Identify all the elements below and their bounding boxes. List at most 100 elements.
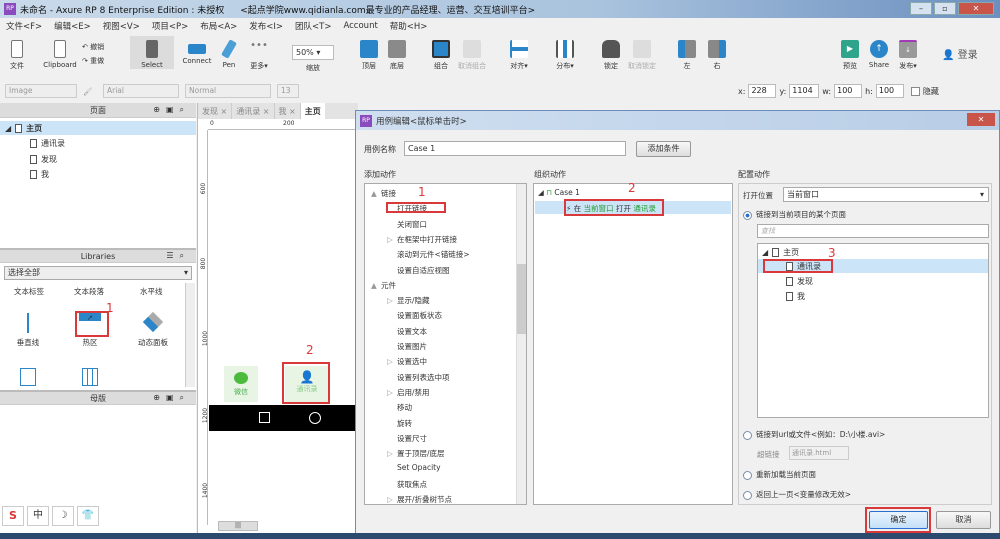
align-left-button[interactable]: 左 [670,36,704,71]
font-select[interactable]: Arial [103,84,179,98]
hyperlink-input[interactable]: 通讯录.html [789,446,849,460]
expand-icon[interactable]: ▲ [371,281,381,290]
expand-icon[interactable]: ▷ [387,235,397,244]
close-button[interactable]: ✕ [958,2,994,15]
list-widget-icon[interactable] [20,368,36,386]
clipboard-button[interactable]: Clipboard [40,36,80,69]
pen-tool[interactable]: Pen [212,36,246,69]
link-page-radio[interactable]: 链接到当前项目的某个页面 [743,209,846,220]
publish-button[interactable]: ↓ 发布▾ [891,36,925,71]
menu-file[interactable]: 文件<F> [6,20,42,32]
action-item[interactable]: ▲ 链接 [371,188,396,199]
page-item-contacts[interactable]: 通讯录 [30,138,65,149]
size-select[interactable]: 13 [277,84,299,98]
back-radio[interactable]: 返回上一页<变量修改无效> [743,489,851,500]
expand-icon[interactable]: ▷ [387,296,397,305]
libraries-menu-icons[interactable]: ☰⌕ [166,251,190,261]
w-input[interactable]: 100 [834,84,863,98]
library-select[interactable]: 选择全部 ▾ [4,266,192,280]
align-right-button[interactable]: 右 [700,36,734,71]
hidden-checkbox[interactable] [910,86,920,96]
h-input[interactable]: 100 [875,84,904,98]
pages-actions-icons[interactable]: ⊕▣⌕ [153,105,190,115]
tree-home[interactable]: ◢ 主页 [762,247,799,258]
action-item[interactable]: 设置文本 [387,326,427,337]
page-item-discover[interactable]: 发现 [30,154,57,165]
link-url-radio[interactable]: 链接到url或文件<例如：D:\小楼.avi> [743,429,885,440]
cancel-button[interactable]: 取消 [936,511,991,529]
minimize-button[interactable]: – [910,2,932,15]
ungroup-button[interactable]: 取消组合 [455,36,489,71]
skin-icon[interactable]: 👕 [77,506,99,526]
table-widget-icon[interactable] [82,368,98,386]
x-input[interactable]: 228 [748,84,777,98]
expand-icon[interactable]: ▷ [387,449,397,458]
action-item[interactable]: 设置图片 [387,341,427,352]
dialog-close-button[interactable]: ✕ [967,113,995,126]
action-item[interactable]: 设置自适应视图 [387,265,450,276]
action-item[interactable]: 滚动到元件<锚链接> [387,249,470,260]
align-button[interactable]: 对齐▾ [502,36,536,71]
action-item[interactable]: 旋转 [387,418,412,429]
tab-home[interactable]: 主页 [300,103,325,119]
select-tool[interactable]: Select [130,36,174,69]
zoom-select[interactable]: 50% ▾ [292,45,334,60]
action-item[interactable]: Set Opacity [387,463,441,472]
library-scrollbar[interactable] [185,283,195,387]
y-input[interactable]: 1104 [789,84,820,98]
distribute-button[interactable]: 分布▾ [548,36,582,71]
tab-discover[interactable]: 发现 × [198,103,233,119]
send-bottom-button[interactable]: 底层 [380,36,414,71]
file-button[interactable]: 文件 [0,36,34,71]
action-item[interactable]: ▲ 元件 [371,280,396,291]
expand-icon[interactable]: ▲ [371,189,381,198]
tree-discover[interactable]: 发现 [786,276,813,287]
reload-radio[interactable]: 重新加载当前页面 [743,469,816,480]
expand-icon[interactable]: ▷ [387,388,397,397]
connect-tool[interactable]: Connect [180,36,214,65]
action-item[interactable]: 移动 [387,402,412,413]
action-item[interactable]: ▷ 设置选中 [387,356,427,367]
action-item[interactable]: 关闭窗口 [387,219,427,230]
style-select[interactable]: Image [5,84,77,98]
more-button[interactable]: ••• 更多▾ [242,36,276,71]
format-painter-icon[interactable]: 🖌 [83,87,97,96]
moon-icon[interactable]: ☽ [52,506,74,526]
add-condition-button[interactable]: 添加条件 [636,141,691,157]
menu-view[interactable]: 视图<V> [103,20,140,32]
action-item[interactable]: 获取焦点 [387,479,427,490]
weight-select[interactable]: Normal [185,84,271,98]
expand-icon[interactable]: ▷ [387,495,397,504]
page-search-input[interactable]: 查找 [757,224,989,238]
expand-icon[interactable]: ▷ [387,357,397,366]
menu-edit[interactable]: 编辑<E> [54,20,91,32]
case-name-input[interactable]: Case 1 [404,141,626,156]
case-node[interactable]: ◢ ⊓ Case 1 [538,188,580,197]
action-item[interactable]: ▷ 在框架中打开链接 [387,234,457,245]
action-item[interactable]: ▷ 置于顶层/底层 [387,448,445,459]
login-button[interactable]: 👤 登录 [942,46,978,61]
lib-dynamic-panel[interactable]: 动态面板 [136,311,170,348]
wechat-tab-widget[interactable]: 微信 [224,366,258,402]
page-item-home[interactable]: ◢ 主页 [5,123,42,134]
tree-me[interactable]: 我 [786,291,805,302]
masters-actions-icons[interactable]: ⊕▣⌕ [153,393,190,403]
page-item-me[interactable]: 我 [30,169,49,180]
action-item[interactable]: 设置尺寸 [387,433,427,444]
group-button[interactable]: 组合 [424,36,458,71]
action-item[interactable]: ▷ 启用/禁用 [387,387,430,398]
canvas-hscrollbar[interactable]: ||| [218,521,258,531]
action-item[interactable]: 设置列表选中项 [387,372,450,383]
unlock-button[interactable]: 取消锁定 [625,36,659,71]
action-list-scrollbar[interactable] [516,184,526,504]
open-in-select[interactable]: 当前窗口 ▾ [783,187,989,202]
menu-account[interactable]: Account [343,21,377,31]
lock-button[interactable]: 锁定 [594,36,628,71]
tab-contacts[interactable]: 通讯录 × [232,103,275,119]
menu-publish[interactable]: 发布<I> [249,20,283,32]
maximize-button[interactable]: ▫ [934,2,956,15]
action-item[interactable]: ▷ 显示/隐藏 [387,295,430,306]
action-item[interactable]: ▷ 展开/折叠树节点 [387,494,452,504]
undo-button[interactable]: ↶ 撤销 [82,42,104,52]
tab-me[interactable]: 我 × [275,103,301,119]
